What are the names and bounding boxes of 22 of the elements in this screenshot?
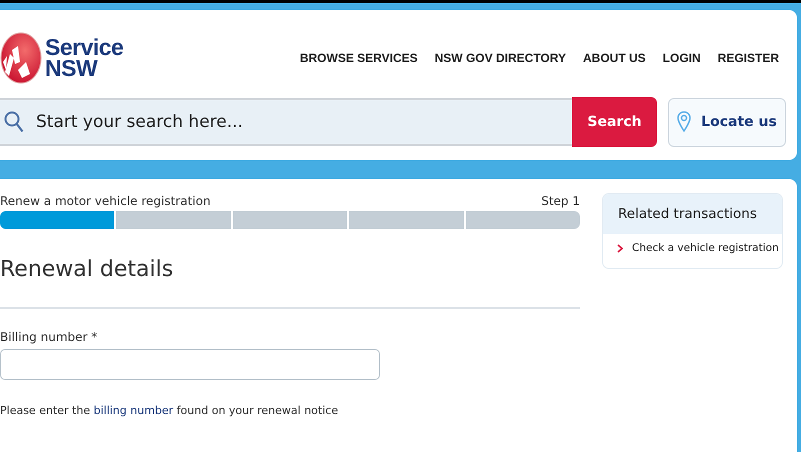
progress-title: Renew a motor vehicle registration: [0, 194, 211, 208]
nav-link[interactable]: REGISTER: [718, 50, 779, 64]
nav-link[interactable]: NSW GOV DIRECTORY: [434, 50, 566, 64]
locate-button[interactable]: Locate us: [668, 98, 786, 146]
search-icon: [4, 111, 24, 133]
search-button[interactable]: Search: [572, 97, 657, 147]
nav-link[interactable]: BROWSE SERVICES: [300, 50, 418, 64]
location-pin-icon: [677, 111, 692, 133]
field-label: Billing number *: [0, 330, 98, 344]
chevron-icon: [617, 244, 623, 252]
section-heading: Renewal details: [0, 257, 174, 282]
step-label: Step 1: [541, 194, 580, 208]
logo-text: NSW: [45, 58, 98, 78]
hint-link[interactable]: billing number: [94, 404, 174, 417]
nav-link[interactable]: LOGIN: [662, 50, 701, 64]
nav-link[interactable]: ABOUT US: [582, 50, 646, 64]
logo-text: Service: [45, 36, 124, 58]
card-title: Related transactions: [603, 194, 782, 234]
related-link[interactable]: Check a vehicle registration: [603, 234, 782, 254]
hint-text: Please enter the billing number found on your renewal notice: [0, 404, 340, 417]
billing-number-field[interactable]: [0, 349, 380, 380]
search-field[interactable]: Start your search here...: [0, 98, 572, 146]
